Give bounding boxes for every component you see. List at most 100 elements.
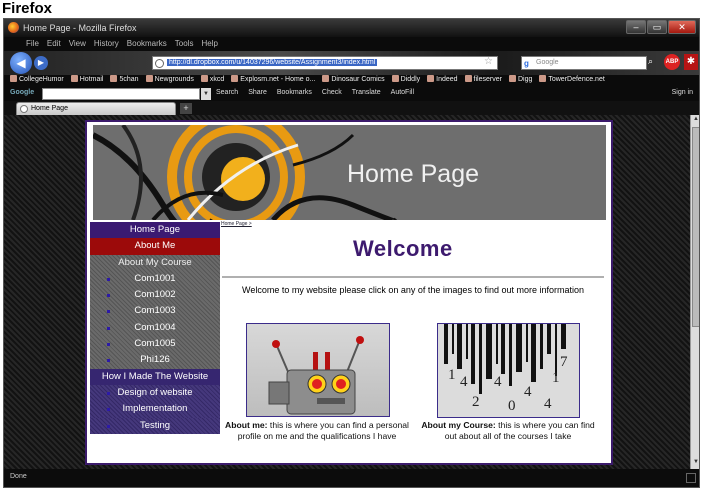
bookmark-item[interactable]: Digg: [509, 75, 532, 87]
sidebar-item-testing[interactable]: Testing: [90, 417, 220, 434]
google-translate-button[interactable]: Translate: [352, 89, 381, 96]
sidebar-nav: Home Page About Me About My Course Com10…: [90, 222, 220, 434]
about-me-caption-title[interactable]: About me:: [225, 420, 268, 430]
status-bar: Done: [4, 469, 699, 487]
bookmark-star-icon[interactable]: ☆: [484, 56, 493, 67]
chevron-down-icon[interactable]: ▼: [201, 88, 211, 100]
bookmark-item[interactable]: Explosm.net - Home o...: [231, 75, 315, 87]
menu-help[interactable]: Help: [201, 39, 217, 48]
firefox-logo-icon: [8, 22, 19, 33]
image-caption: Firefox: [2, 0, 53, 17]
google-autofill-button[interactable]: AutoFill: [391, 89, 414, 96]
sidebar-item-implementation[interactable]: Implementation: [90, 401, 220, 418]
bookmark-item[interactable]: Diddly: [392, 75, 420, 87]
divider: [222, 276, 604, 278]
resize-grip-icon[interactable]: [686, 473, 696, 483]
bookmark-item[interactable]: 5chan: [110, 75, 138, 87]
barcode-digit: 4: [544, 396, 552, 412]
adblock-addon-icon[interactable]: ABP: [664, 54, 680, 70]
barcode-digit: 4: [460, 374, 468, 390]
barcode-digit: 1: [552, 370, 560, 386]
sidebar-item-com1005[interactable]: Com1005: [90, 336, 220, 352]
menu-history[interactable]: History: [94, 39, 119, 48]
bookmark-item[interactable]: TowerDefence.net: [539, 75, 604, 87]
bookmark-item[interactable]: fileserver: [465, 75, 502, 87]
minimize-button[interactable]: –: [626, 20, 646, 34]
google-toolbar-search-input[interactable]: [42, 88, 200, 100]
search-placeholder: Google: [536, 59, 559, 66]
address-bar[interactable]: http://dl.dropbox.com/u/14037296/website…: [152, 56, 498, 70]
google-search-button[interactable]: Search: [216, 89, 238, 96]
sidebar-item-com1002[interactable]: Com1002: [90, 287, 220, 303]
menu-bookmarks[interactable]: Bookmarks: [127, 39, 167, 48]
bookmark-item[interactable]: CollegeHumor: [10, 75, 64, 87]
barcode-digit: 7: [560, 354, 568, 370]
new-tab-button[interactable]: +: [180, 103, 192, 114]
about-course-caption: About my Course: this is where you can f…: [415, 420, 601, 442]
search-magnifier-icon[interactable]: ⌕: [648, 56, 660, 70]
site-favicon-icon: [155, 59, 164, 68]
sidebar-item-com1004[interactable]: Com1004: [90, 320, 220, 336]
header-banner: Home Page: [93, 125, 606, 220]
about-course-image[interactable]: 1 4 7 1 4 2 0 4 4: [437, 323, 580, 418]
scroll-up-icon[interactable]: ▲: [691, 116, 699, 125]
search-input[interactable]: g Google: [521, 56, 647, 70]
bookmark-item[interactable]: Newgrounds: [146, 75, 194, 87]
tab-home-page[interactable]: Home Page: [16, 102, 176, 115]
forward-button[interactable]: ▶: [34, 56, 48, 70]
close-button[interactable]: ✕: [668, 20, 696, 34]
title-bar: Home Page - Mozilla Firefox – ▭ ✕: [4, 19, 699, 37]
bookmarks-toolbar: CollegeHumor Hotmail 5chan Newgrounds xk…: [10, 75, 699, 87]
breadcrumb[interactable]: Home Page >: [221, 221, 252, 227]
barcode-icon: 1 4 7 1 4 2 0 4 4: [438, 324, 579, 417]
google-search-icon: g: [524, 59, 529, 68]
bookmark-item[interactable]: Indeed: [427, 75, 457, 87]
google-bookmarks-button[interactable]: Bookmarks: [277, 89, 312, 96]
scroll-down-icon[interactable]: ▼: [691, 459, 699, 468]
bookmark-item[interactable]: Dinosaur Comics: [322, 75, 384, 87]
menu-tools[interactable]: Tools: [175, 39, 194, 48]
google-signin-button[interactable]: Sign in: [672, 89, 693, 96]
about-course-caption-title[interactable]: About my Course:: [421, 420, 495, 430]
barcode-digit: 1: [448, 367, 456, 383]
about-me-image[interactable]: [246, 323, 390, 417]
maximize-button[interactable]: ▭: [647, 20, 667, 34]
sidebar-item-com1003[interactable]: Com1003: [90, 303, 220, 319]
google-share-button[interactable]: Share: [248, 89, 267, 96]
robot-icon: [268, 336, 364, 415]
sidebar-item-phi126[interactable]: Phi126: [90, 352, 220, 368]
barcode-digit: 0: [508, 398, 516, 414]
vertical-scrollbar[interactable]: ▲ ▼: [690, 115, 699, 469]
bookmark-item[interactable]: xkcd: [201, 75, 224, 87]
google-toolbar-logo: Google: [10, 89, 35, 96]
bookmark-item[interactable]: Hotmail: [71, 75, 104, 87]
tab-favicon-icon: [20, 105, 28, 113]
back-button[interactable]: ◀: [10, 52, 32, 74]
menu-edit[interactable]: Edit: [47, 39, 61, 48]
sidebar-item-about-me[interactable]: About Me: [90, 238, 220, 255]
addon-star-icon[interactable]: ✱: [684, 54, 698, 70]
web-page: Home Page Home Page About Me About My Co…: [85, 120, 613, 465]
barcode-digit: 2: [472, 394, 480, 410]
banner-title: Home Page: [347, 160, 480, 188]
barcode-digit: 4: [494, 374, 502, 390]
address-url: http://dl.dropbox.com/u/14037296/website…: [167, 59, 378, 66]
tab-title: Home Page: [31, 105, 68, 112]
sidebar-item-home[interactable]: Home Page: [90, 222, 220, 239]
menu-file[interactable]: File: [26, 39, 39, 48]
sidebar-item-com1001[interactable]: Com1001: [90, 271, 220, 287]
sidebar-item-about-course[interactable]: About My Course: [90, 255, 220, 271]
scrollbar-thumb[interactable]: [692, 127, 699, 327]
menu-view[interactable]: View: [69, 39, 86, 48]
page-title: Welcome: [353, 236, 453, 261]
window-title: Home Page - Mozilla Firefox: [23, 23, 137, 33]
google-toolbar: Google ▼ Search Share Bookmarks Check Tr…: [4, 87, 699, 101]
sidebar-item-how-made[interactable]: How I Made The Website: [90, 368, 220, 385]
back-arrow-icon: ◀: [16, 56, 26, 70]
google-check-button[interactable]: Check: [322, 89, 342, 96]
status-text: Done: [10, 473, 27, 480]
google-toolbar-items: Search Share Bookmarks Check Translate A…: [216, 89, 414, 96]
forward-arrow-icon: ▶: [37, 58, 45, 67]
sidebar-item-design[interactable]: Design of website: [90, 384, 220, 402]
tab-strip: Home Page +: [4, 101, 699, 115]
